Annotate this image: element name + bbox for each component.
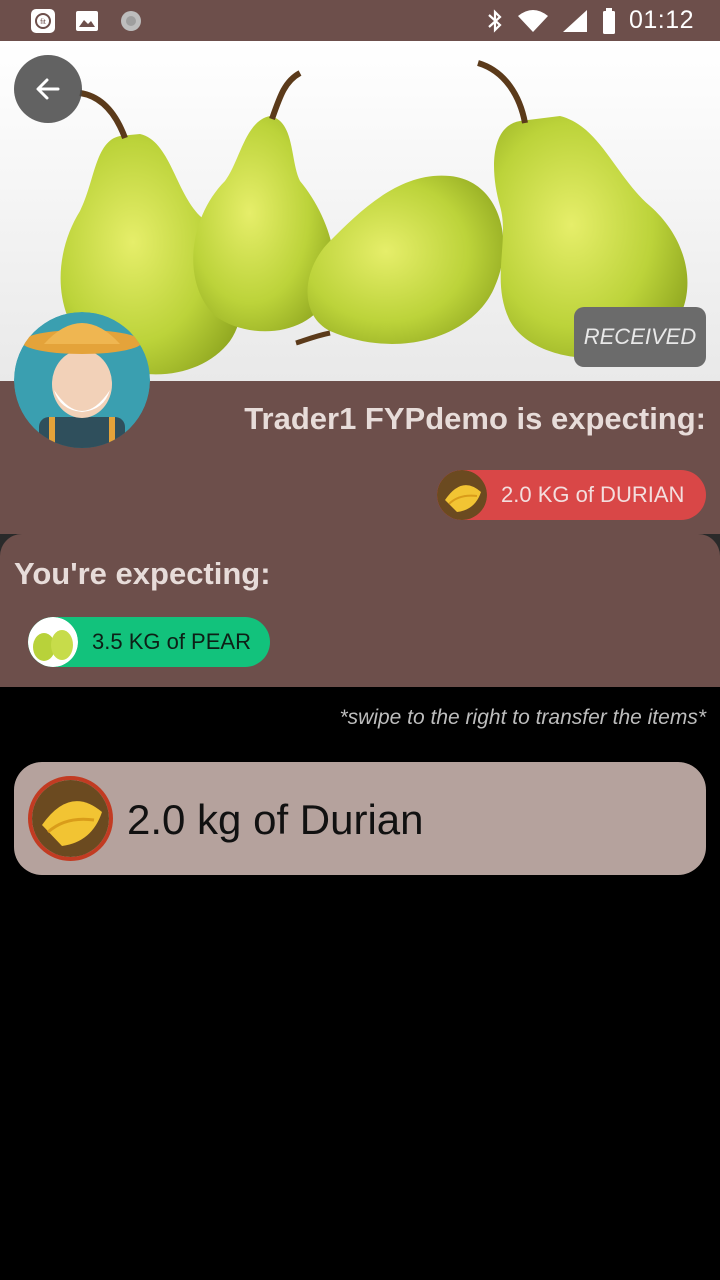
status-left-icons: fit <box>30 8 144 34</box>
status-right-icons: 01:12 <box>485 6 694 35</box>
signal-icon <box>562 9 587 32</box>
loading-icon <box>121 11 141 31</box>
durian-thumbnail <box>437 470 487 520</box>
wifi-icon <box>517 9 548 32</box>
trader-expecting-title: Trader1 FYPdemo is expecting: <box>244 401 706 436</box>
pear-thumbnail <box>28 617 78 667</box>
durian-item-thumbnail <box>28 776 113 861</box>
image-icon <box>76 11 98 31</box>
bluetooth-icon <box>488 8 502 33</box>
svg-text:fit: fit <box>40 19 46 26</box>
swipe-hint: *swipe to the right to transfer the item… <box>339 706 706 729</box>
you-item-label: 3.5 KG of PEAR <box>92 629 251 654</box>
back-button[interactable] <box>14 55 82 123</box>
fit-app-icon: fit <box>31 9 55 33</box>
trader-item-chip: 2.0 KG of DURIAN <box>437 470 706 520</box>
arrow-left-icon <box>36 78 60 100</box>
battery-icon <box>602 7 615 34</box>
status-badge: RECEIVED <box>574 307 706 367</box>
clock: 01:12 <box>628 6 694 34</box>
status-bar: fit 01:12 <box>0 0 720 41</box>
you-expecting-title: You're expecting: <box>14 556 271 591</box>
trader-item-label: 2.0 KG of DURIAN <box>501 482 685 507</box>
transfer-item-card[interactable]: 2.0 kg of Durian <box>14 762 706 875</box>
you-item-chip: 3.5 KG of PEAR <box>28 617 270 667</box>
avatar <box>14 312 150 448</box>
transfer-item-label: 2.0 kg of Durian <box>127 796 424 843</box>
